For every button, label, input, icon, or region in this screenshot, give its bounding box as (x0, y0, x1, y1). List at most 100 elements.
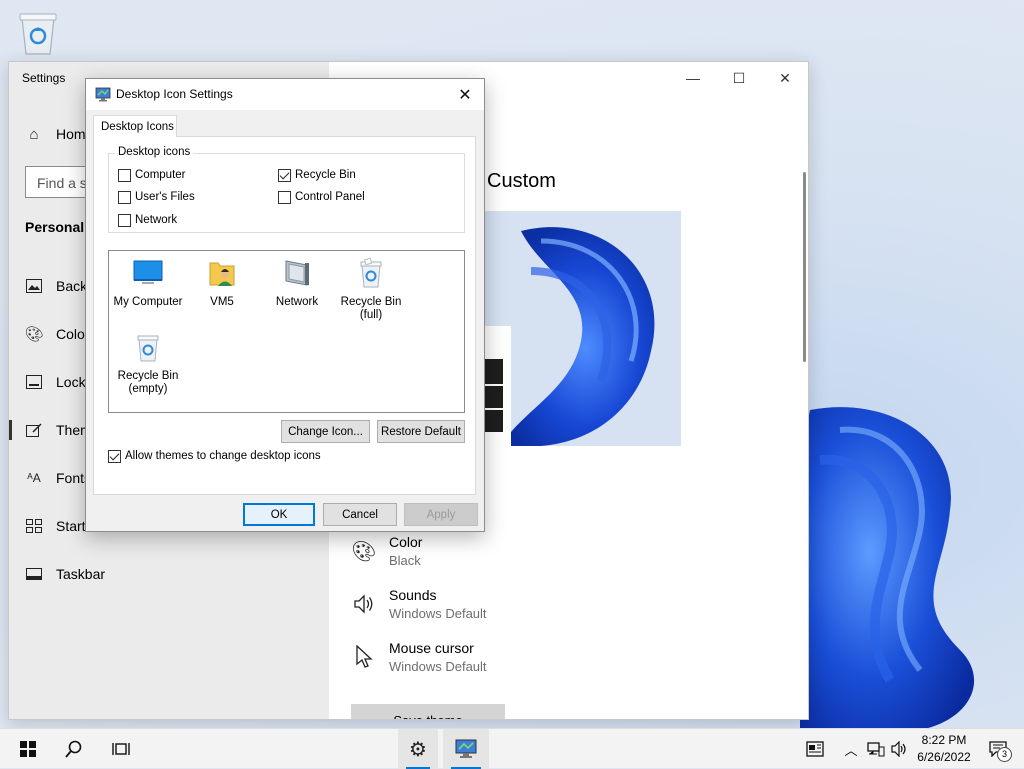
group-label: Desktop icons (115, 146, 194, 158)
nav-item-taskbar[interactable]: Taskbar (9, 554, 329, 594)
tab-panel: Desktop icons Computer User's Files Netw… (93, 136, 476, 495)
wallpaper-bloom (800, 407, 975, 730)
list-item-recycle-bin-empty[interactable]: Recycle Bin (empty) (109, 331, 187, 396)
show-hidden-icons-button[interactable]: ︿ (838, 729, 864, 769)
checkbox-box (118, 168, 131, 182)
apply-button[interactable]: Apply (404, 503, 478, 526)
palette-icon: 🎨︎ (24, 326, 44, 343)
news-widget-button[interactable] (800, 729, 830, 769)
notification-count-badge: 3 (997, 747, 1012, 762)
list-item-network[interactable]: Network (258, 257, 336, 309)
icon-caption: Network (275, 296, 319, 308)
list-item-my-computer[interactable]: My Computer (109, 257, 187, 309)
restore-default-button[interactable]: Restore Default (377, 420, 465, 443)
icon-caption: Recycle Bin (empty) (109, 370, 187, 396)
task-view-icon (112, 743, 130, 755)
network-checkbox[interactable]: Network (118, 212, 177, 228)
chevron-up-icon: ︿ (844, 742, 858, 758)
taskbar-clock[interactable]: 8:22 PM 6/26/2022 (914, 732, 974, 766)
nav-label: Colo (56, 326, 85, 342)
content-scrollbar[interactable] (803, 172, 806, 362)
icon-caption: VM5 (210, 296, 234, 308)
start-icon (25, 517, 43, 535)
setting-value: Black (389, 553, 421, 568)
icon-caption: Recycle Bin (full) (332, 296, 410, 322)
allow-themes-checkbox[interactable]: Allow themes to change desktop icons (108, 448, 321, 464)
setting-label: Mouse cursor (389, 640, 474, 656)
setting-label: Sounds (389, 587, 437, 603)
desktop-icon-list[interactable]: My Computer VM5 Network Recycle Bin (ful… (108, 250, 465, 413)
recycle-bin-checkbox[interactable]: Recycle Bin (278, 167, 356, 183)
checkbox-label: Control Panel (295, 191, 365, 203)
taskbar-desktop-icon-settings-app[interactable] (443, 729, 489, 769)
caption-line: Recycle Bin (340, 296, 402, 308)
clock-date: 6/26/2022 (917, 750, 971, 764)
picture-icon (25, 277, 43, 295)
start-button[interactable] (8, 729, 48, 769)
desktop-settings-icon (95, 87, 111, 102)
network-icon (285, 260, 309, 286)
dialog-close-button[interactable]: ✕ (450, 81, 480, 108)
recycle-bin-full-icon (360, 257, 382, 288)
tab-desktop-icons[interactable]: Desktop Icons (93, 115, 177, 137)
checkbox-box (118, 190, 131, 204)
checkbox-label: Network (135, 214, 178, 226)
users-files-checkbox[interactable]: User's Files (118, 189, 195, 205)
gear-icon: ⚙ (409, 738, 427, 761)
nav-label: Taskbar (56, 566, 106, 582)
ok-button[interactable]: OK (243, 503, 315, 526)
volume-button[interactable] (888, 729, 912, 769)
taskbar: ⚙ ︿ 8:22 PM 6/26/2022 (0, 728, 1024, 769)
checkbox-label: Recycle Bin (295, 169, 356, 181)
checkbox-box-checked (278, 168, 291, 182)
recycle-bin-empty-icon (137, 335, 159, 362)
computer-checkbox[interactable]: Computer (118, 167, 186, 183)
windows-logo-icon (20, 741, 36, 757)
desktop-icons-group: Desktop icons Computer User's Files Netw… (108, 146, 465, 233)
taskbar-icon (25, 565, 43, 583)
recycle-bin-desktop-icon[interactable] (14, 6, 62, 58)
caption-line: (empty) (128, 383, 168, 395)
news-icon (806, 741, 824, 757)
dialog-title: Desktop Icon Settings (116, 87, 233, 101)
home-icon: ⌂ (29, 125, 39, 143)
nav-label: Hom (56, 126, 86, 142)
list-item-user-files[interactable]: VM5 (183, 257, 261, 309)
setting-label: Color (389, 534, 423, 550)
user-folder-icon (209, 262, 235, 286)
theme-heading: Custom (487, 170, 556, 192)
search-icon (65, 740, 82, 758)
list-item-recycle-bin-full[interactable]: Recycle Bin (full) (332, 257, 410, 322)
checkbox-label: Allow themes to change desktop icons (125, 450, 321, 462)
task-view-button[interactable] (101, 729, 141, 769)
desktop-settings-icon (455, 739, 477, 758)
clock-time: 8:22 PM (921, 733, 967, 747)
checkbox-label: Computer (135, 169, 186, 181)
tab-label: Desktop Icons (101, 121, 174, 133)
caption-line: Recycle Bin (117, 370, 179, 382)
theme-preview-image (481, 211, 681, 446)
dialog-titlebar[interactable]: Desktop Icon Settings ✕ (86, 79, 484, 110)
checkbox-box (278, 190, 291, 204)
cursor-icon (351, 644, 377, 670)
taskbar-settings-app[interactable]: ⚙ (398, 729, 438, 769)
nav-label: Lock (56, 374, 86, 390)
monitor-icon (133, 260, 163, 284)
checkbox-box-checked (108, 449, 121, 463)
settings-title: Settings (22, 71, 66, 85)
themes-icon (25, 421, 43, 439)
save-theme-button[interactable]: Save theme (351, 704, 505, 719)
network-status-icon (867, 742, 885, 757)
setting-value: Windows Default (389, 606, 487, 621)
nav-label: Start (56, 518, 86, 534)
fonts-icon: ᴬA (27, 471, 41, 485)
network-status-button[interactable] (864, 729, 888, 769)
desktop-icon-settings-dialog: Desktop Icon Settings ✕ Desktop Icons De… (85, 78, 485, 532)
search-button[interactable] (54, 729, 94, 769)
palette-icon: 🎨︎ (351, 540, 377, 563)
cancel-button[interactable]: Cancel (323, 503, 397, 526)
control-panel-checkbox[interactable]: Control Panel (278, 189, 365, 205)
change-icon-button[interactable]: Change Icon... (281, 420, 370, 443)
checkbox-box (118, 213, 131, 227)
volume-icon (891, 741, 906, 757)
